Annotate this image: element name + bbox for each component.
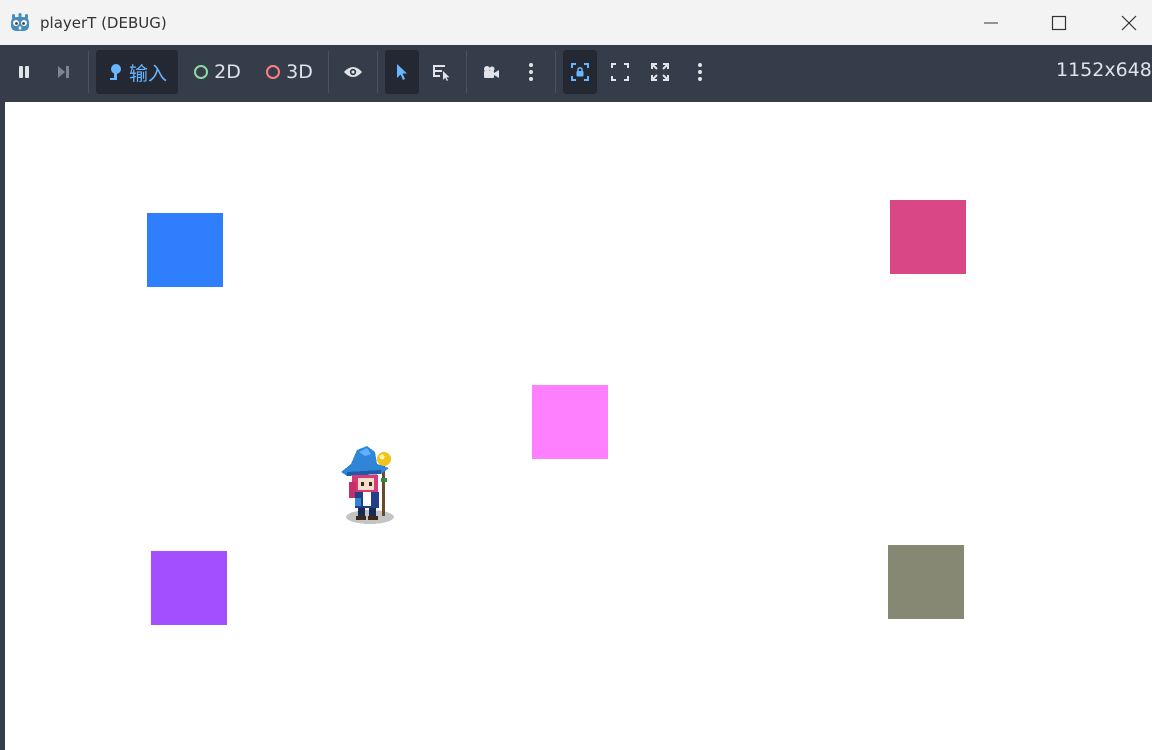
list-select-icon <box>433 65 450 81</box>
more-icon <box>529 63 533 81</box>
toolbar-separator <box>555 51 556 93</box>
close-button[interactable] <box>1106 0 1152 45</box>
fit-screen-icon <box>611 63 629 81</box>
pause-icon <box>19 66 29 78</box>
input-label: 输入 <box>128 62 167 85</box>
list-select-button[interactable] <box>425 50 459 94</box>
fit-screen-button[interactable] <box>603 50 637 94</box>
pause-button[interactable] <box>8 50 40 94</box>
pink-square <box>532 385 608 459</box>
toolbar-separator <box>328 51 329 93</box>
mode-3d-label: 3D <box>286 61 313 83</box>
step-button[interactable] <box>47 50 79 94</box>
more-options-button[interactable] <box>685 50 715 94</box>
blue-square <box>147 213 223 287</box>
circle-icon <box>194 65 209 79</box>
resolution-label: 1152x648 <box>1056 59 1152 81</box>
minimize-button[interactable] <box>968 0 1014 45</box>
crimson-square <box>890 200 966 274</box>
godot-icon <box>11 12 29 31</box>
window-title: playerT (DEBUG) <box>40 13 167 32</box>
mode-2d-button[interactable]: 2D <box>188 50 246 94</box>
input-icon <box>109 64 121 80</box>
toolbar-separator <box>88 51 89 93</box>
mode-3d-button[interactable]: 3D <box>258 50 320 94</box>
maximize-icon <box>1051 15 1067 30</box>
eye-icon <box>344 67 362 77</box>
step-icon <box>58 66 69 78</box>
toolbar-separator <box>377 51 378 93</box>
select-tool-button[interactable] <box>385 50 419 94</box>
game-viewport[interactable] <box>5 102 1152 750</box>
wizard-sprite <box>341 446 394 524</box>
purple-square <box>151 551 227 625</box>
fullscreen-icon <box>651 63 669 81</box>
camera-button[interactable] <box>474 50 508 94</box>
camera-icon <box>484 66 499 78</box>
debug-toolbar: 输入 2D 3D 1152x648 <box>0 45 1152 100</box>
select-arrow-icon <box>397 64 407 80</box>
olive-square <box>888 545 964 619</box>
fullscreen-button[interactable] <box>643 50 677 94</box>
mode-2d-label: 2D <box>214 61 241 83</box>
camera-lock-button[interactable] <box>563 50 597 94</box>
game-window: playerT (DEBUG) 输入 2D 3D 1152x648 <box>0 0 1152 750</box>
more-icon <box>698 63 702 81</box>
more-options-button[interactable] <box>516 50 546 94</box>
minimize-icon <box>984 22 998 23</box>
camera-lock-icon <box>571 63 589 81</box>
maximize-button[interactable] <box>1036 0 1082 45</box>
title-bar: playerT (DEBUG) <box>0 0 1152 45</box>
input-toggle-button[interactable]: 输入 <box>96 50 178 94</box>
circle-icon <box>266 65 281 79</box>
visibility-button[interactable] <box>336 50 370 94</box>
toolbar-separator <box>466 51 467 93</box>
close-icon <box>1121 15 1137 30</box>
